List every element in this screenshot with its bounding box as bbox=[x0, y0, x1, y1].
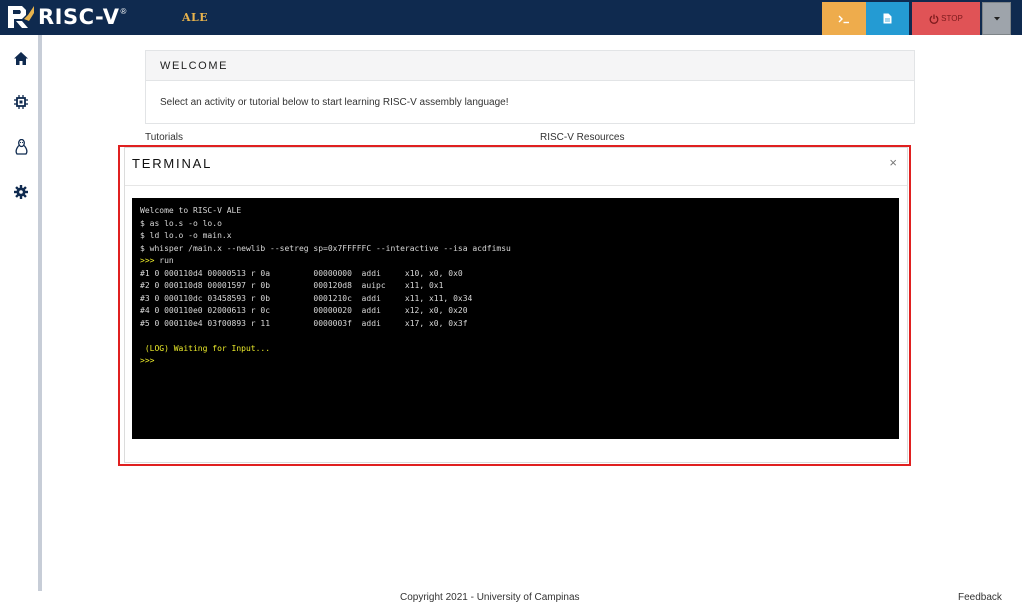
caret-down-icon bbox=[993, 16, 1000, 20]
welcome-card: WELCOME Select an activity or tutorial b… bbox=[145, 50, 915, 124]
gear-icon bbox=[14, 185, 28, 199]
terminal-modal-header: TERMINAL × bbox=[125, 148, 907, 186]
terminal-modal-content: TERMINAL × Welcome to RISC-V ALE $ as lo.… bbox=[124, 147, 908, 463]
terminal-line: #1 0 000110d4 00000513 r 0a 00000000 add… bbox=[140, 268, 463, 278]
chip-icon bbox=[14, 95, 28, 109]
terminal-line: #3 0 000110dc 03458593 r 0b 0001210c add… bbox=[140, 293, 473, 303]
resources-heading[interactable]: RISC-V Resources bbox=[540, 132, 624, 143]
file-icon bbox=[883, 13, 892, 24]
terminal-line: #5 0 000110e4 03f00893 r 11 0000003f add… bbox=[140, 318, 468, 328]
terminal-line: $ whisper /main.x --newlib --setreg sp=0… bbox=[140, 243, 511, 253]
file-button[interactable] bbox=[866, 2, 909, 35]
logo-text: RISC-V bbox=[38, 5, 120, 29]
terminal-output[interactable]: Welcome to RISC-V ALE $ as lo.s -o lo.o $ … bbox=[132, 198, 899, 439]
terminal-line: >>> bbox=[140, 356, 155, 365]
risc-v-logo-icon bbox=[8, 6, 34, 28]
logo-registered-mark: ® bbox=[120, 7, 127, 16]
terminal-modal: TERMINAL × Welcome to RISC-V ALE $ as lo.… bbox=[118, 145, 911, 466]
terminal-line: Welcome to RISC-V ALE bbox=[140, 206, 242, 215]
sidebar-item-settings[interactable] bbox=[12, 183, 30, 201]
footer-copyright: Copyright 2021 - University of Campinas bbox=[400, 592, 580, 603]
sidebar-item-linux[interactable] bbox=[12, 138, 30, 156]
home-icon bbox=[14, 51, 28, 65]
stop-button[interactable]: STOP bbox=[912, 2, 980, 35]
terminal-line: $ ld lo.o -o main.x bbox=[140, 231, 232, 240]
close-icon[interactable]: × bbox=[889, 155, 897, 170]
top-bar: RISC-V ® ALE STOP bbox=[0, 0, 1022, 35]
terminal-line: >>> run bbox=[140, 256, 174, 265]
terminal-line: $ as lo.s -o lo.o bbox=[140, 218, 222, 228]
feedback-link[interactable]: Feedback bbox=[958, 592, 1002, 603]
sidebar bbox=[0, 35, 42, 591]
tutorials-heading[interactable]: Tutorials bbox=[145, 132, 183, 143]
sidebar-item-hardware[interactable] bbox=[12, 93, 30, 111]
terminal-line: #2 0 000110d8 00001597 r 0b 000120d8 aui… bbox=[140, 281, 444, 290]
welcome-text: Select an activity or tutorial below to … bbox=[160, 97, 509, 108]
more-options-button[interactable] bbox=[982, 2, 1011, 35]
welcome-title: WELCOME bbox=[146, 51, 914, 81]
terminal-line: #4 0 000110e0 02000613 r 0c 00000020 add… bbox=[140, 306, 468, 315]
terminal-title: TERMINAL bbox=[132, 156, 213, 171]
terminal-line: (LOG) Waiting for Input... bbox=[140, 343, 271, 353]
terminal-icon bbox=[838, 15, 849, 23]
app-name: ALE bbox=[182, 11, 209, 24]
stop-label: STOP bbox=[941, 14, 963, 23]
risc-v-logo[interactable]: RISC-V ® bbox=[8, 5, 126, 29]
sidebar-item-home[interactable] bbox=[12, 49, 30, 67]
power-icon bbox=[929, 14, 939, 24]
linux-icon bbox=[15, 139, 27, 155]
terminal-button[interactable] bbox=[822, 2, 866, 35]
